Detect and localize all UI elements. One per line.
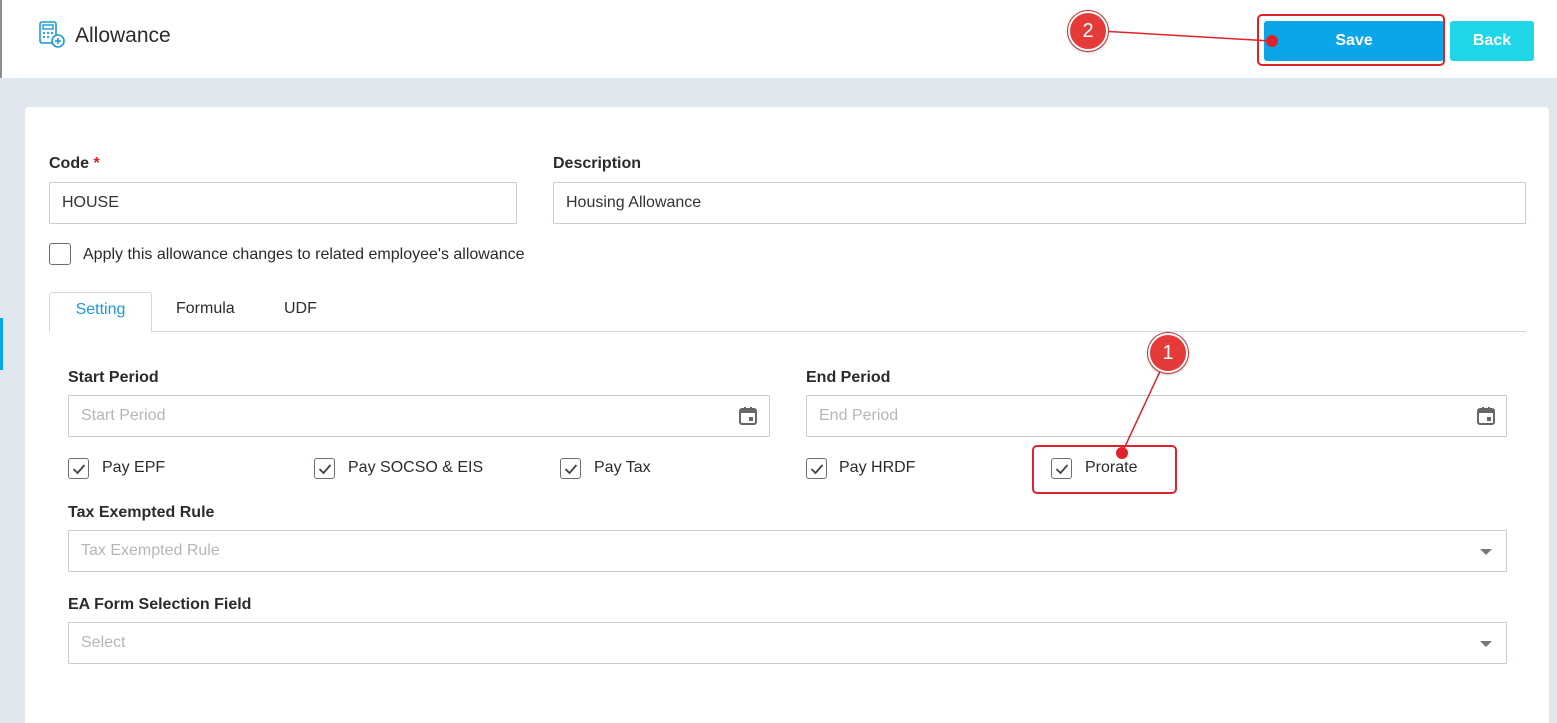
- checkmark-icon: [810, 464, 824, 475]
- tab-formula[interactable]: Formula: [176, 300, 235, 318]
- page-title: Allowance: [75, 24, 171, 47]
- ea-form-selection-label: EA Form Selection Field: [68, 596, 252, 613]
- code-input[interactable]: [49, 182, 517, 224]
- end-period-label: End Period: [806, 369, 891, 386]
- pay-tax-label: Pay Tax: [594, 459, 651, 476]
- code-label-text: Code: [49, 155, 89, 172]
- calculator-add-icon: [39, 21, 65, 48]
- pay-tax-checkbox[interactable]: [560, 458, 581, 479]
- pay-epf-checkbox[interactable]: [68, 458, 89, 479]
- tab-setting[interactable]: Setting: [49, 292, 152, 333]
- description-input[interactable]: [553, 182, 1526, 224]
- checkmark-icon: [72, 464, 86, 475]
- annotation-box-save: [1257, 14, 1445, 66]
- pay-hrdf-checkbox[interactable]: [806, 458, 827, 479]
- apply-changes-checkbox[interactable]: [49, 243, 71, 265]
- left-edge-indicator: [0, 318, 3, 370]
- back-button[interactable]: Back: [1450, 21, 1534, 61]
- tab-udf[interactable]: UDF: [284, 300, 317, 318]
- annotation-marker-1: 1: [1148, 333, 1188, 373]
- required-asterisk: *: [93, 155, 100, 172]
- tab-setting-label: Setting: [75, 301, 126, 318]
- annotation-marker-2: 2: [1068, 11, 1108, 51]
- pay-socso-eis-label: Pay SOCSO & EIS: [348, 459, 484, 476]
- pay-epf-label: Pay EPF: [102, 459, 166, 476]
- calendar-icon[interactable]: [738, 406, 758, 426]
- pay-socso-eis-checkbox[interactable]: [314, 458, 335, 479]
- annotation-dot: [1116, 447, 1128, 459]
- annotation-dot: [1266, 35, 1278, 47]
- pay-hrdf-label: Pay HRDF: [839, 459, 916, 476]
- apply-changes-label: Apply this allowance changes to related …: [83, 246, 525, 263]
- checkmark-icon: [318, 464, 332, 475]
- calendar-icon[interactable]: [1476, 406, 1496, 426]
- chevron-down-icon[interactable]: [1480, 641, 1492, 647]
- start-period-label: Start Period: [68, 369, 159, 386]
- tax-exempted-rule-label: Tax Exempted Rule: [68, 504, 215, 521]
- ea-form-selection-select[interactable]: [68, 622, 1507, 664]
- tax-exempted-rule-select[interactable]: [68, 530, 1507, 572]
- end-period-input[interactable]: [806, 395, 1507, 437]
- chevron-down-icon[interactable]: [1480, 549, 1492, 555]
- start-period-input[interactable]: [68, 395, 770, 437]
- annotation-box-prorate: [1032, 445, 1177, 494]
- description-label: Description: [553, 155, 642, 172]
- tabs-divider: [49, 331, 1526, 332]
- code-label: Code *: [49, 155, 100, 173]
- checkmark-icon: [564, 464, 578, 475]
